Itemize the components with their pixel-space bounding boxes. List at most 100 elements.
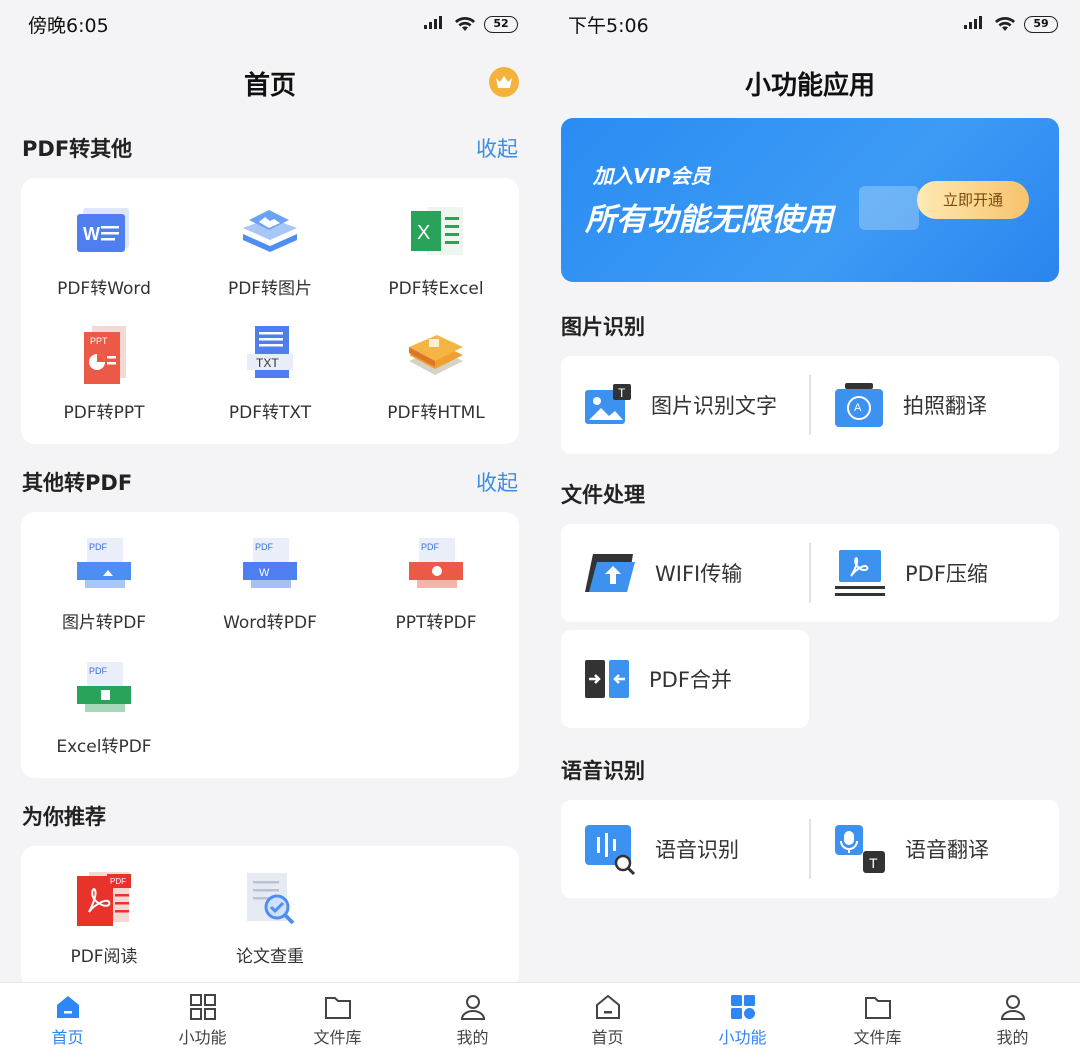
header: 小功能应用 [540, 48, 1080, 118]
wifi-transfer-button[interactable]: WIFI传输 [561, 524, 809, 622]
signal-icon [424, 16, 446, 31]
section-title: 语音识别 [561, 759, 645, 783]
voice-recognition-button[interactable]: 语音识别 [561, 800, 809, 898]
svg-text:PPT: PPT [90, 336, 108, 346]
ppt-to-pdf-icon: PDF [401, 530, 471, 600]
word-to-pdf-icon: PDF W [235, 530, 305, 600]
home-icon [595, 994, 620, 1019]
pdf-to-image-button[interactable]: PDF转图片 [187, 192, 353, 306]
folder-icon [324, 997, 351, 1019]
banner-title: 所有功能无限使用 [585, 202, 833, 238]
recommend-card: PDF PDF阅读 论文查重 [21, 846, 519, 988]
status-bar: 傍晚6:05 52 [0, 0, 540, 48]
wifi-transfer-icon [585, 554, 635, 592]
section-title: 图片识别 [561, 315, 645, 339]
home-icon [56, 996, 79, 1018]
tile-label: 图片转PDF [61, 613, 147, 633]
status-time: 下午5:06 [568, 14, 649, 37]
other-to-pdf-card: PDF 图片转PDF PDF W Word转PDF PDF PPT转PDF PDF [21, 512, 519, 778]
grid-icon [730, 995, 755, 1019]
svg-text:T: T [618, 386, 626, 400]
svg-text:W: W [259, 567, 270, 579]
section-title: PDF转其他 [22, 137, 133, 161]
tab-tools[interactable]: 小功能 [675, 983, 810, 1058]
vip-banner[interactable]: 加入VIP会员 所有功能无限使用 立即开通 [561, 118, 1059, 282]
tab-files[interactable]: 文件库 [270, 983, 405, 1058]
svg-text:PDF: PDF [89, 542, 108, 552]
plagiarism-check-button[interactable]: 论文查重 [187, 860, 353, 974]
image-to-pdf-button[interactable]: PDF 图片转PDF [21, 526, 187, 640]
collapse-link[interactable]: 收起 [476, 133, 518, 163]
page-title: 小功能应用 [744, 70, 875, 101]
tool-label: 语音识别 [655, 838, 739, 862]
collapse-link[interactable]: 收起 [476, 467, 518, 497]
excel-to-pdf-button[interactable]: PDF Excel转PDF [21, 650, 187, 764]
tile-label: Excel转PDF [56, 737, 152, 757]
tool-label: PDF压缩 [905, 562, 988, 586]
tab-home[interactable]: 首页 [0, 983, 135, 1058]
tab-mine[interactable]: 我的 [945, 983, 1080, 1058]
tab-label: 首页 [51, 1028, 84, 1047]
image-to-pdf-icon: PDF [69, 530, 139, 600]
section-title: 其他转PDF [22, 471, 133, 495]
pdf-merge-card: PDF合并 [561, 630, 809, 728]
banner-subtitle: 加入VIP会员 [593, 164, 711, 188]
voice-translate-icon: T [835, 825, 885, 873]
wifi-icon [995, 17, 1015, 31]
header: 首页 [0, 48, 540, 118]
plagiarism-check-icon [235, 864, 305, 934]
tab-files[interactable]: 文件库 [810, 983, 945, 1058]
pdf-compress-icon [835, 550, 885, 596]
vip-crown-icon[interactable] [489, 67, 519, 97]
excel-icon: X [401, 196, 471, 266]
pdf-compress-button[interactable]: PDF压缩 [811, 524, 1059, 622]
bottom-tab-bar: 首页 小功能 文件库 我的 [0, 982, 540, 1058]
image-text-recognition-icon: T [585, 384, 631, 424]
wifi-icon [455, 17, 475, 31]
tab-label: 文件库 [313, 1028, 362, 1047]
bottom-tab-bar: 首页 小功能 文件库 我的 [540, 982, 1080, 1058]
tab-tools[interactable]: 小功能 [135, 983, 270, 1058]
pdf-reader-button[interactable]: PDF PDF阅读 [21, 860, 187, 974]
tab-mine[interactable]: 我的 [405, 983, 540, 1058]
battery-indicator: 52 [484, 15, 518, 33]
home-screen: 傍晚6:05 52 首页 PDF转其他 收起 W PDF转Word PDF转图片… [0, 0, 540, 1058]
pdf-to-excel-button[interactable]: X PDF转Excel [353, 192, 519, 306]
tab-label: 小功能 [178, 1028, 227, 1047]
image-text-recognition-button[interactable]: T 图片识别文字 [561, 356, 809, 454]
tab-home[interactable]: 首页 [540, 983, 675, 1058]
tab-label: 我的 [996, 1028, 1029, 1047]
pdf-to-word-button[interactable]: W PDF转Word [21, 192, 187, 306]
image-icon [235, 196, 305, 266]
svg-text:PDF: PDF [255, 542, 274, 552]
section-other-to-pdf-header: 其他转PDF 收起 [0, 452, 540, 512]
tab-label: 小功能 [718, 1028, 767, 1047]
tool-label: 拍照翻译 [903, 394, 987, 418]
ppt-to-pdf-button[interactable]: PDF PPT转PDF [353, 526, 519, 640]
svg-text:W: W [83, 224, 100, 244]
excel-to-pdf-icon: PDF [69, 654, 139, 724]
user-icon [460, 995, 485, 1020]
pdf-to-ppt-button[interactable]: PPT PDF转PPT [21, 316, 187, 430]
tool-label: PDF合并 [649, 668, 732, 692]
photo-translate-icon: A [835, 383, 883, 427]
html-icon [401, 320, 471, 390]
status-bar: 下午5:06 59 [540, 0, 1080, 48]
word-to-pdf-button[interactable]: PDF W Word转PDF [187, 526, 353, 640]
photo-translate-button[interactable]: A 拍照翻译 [811, 356, 1059, 454]
pdf-to-html-button[interactable]: PDF转HTML [353, 316, 519, 430]
open-vip-button[interactable]: 立即开通 [917, 181, 1029, 219]
tile-label: PDF转Word [57, 279, 151, 299]
tile-label: PDF转TXT [228, 403, 312, 423]
voice-recognition-icon [585, 825, 636, 875]
svg-text:TXT: TXT [256, 356, 279, 370]
pdf-merge-button[interactable]: PDF合并 [561, 630, 809, 728]
tile-label: PDF阅读 [70, 947, 138, 967]
svg-text:PDF: PDF [421, 542, 440, 552]
tab-label: 首页 [591, 1028, 624, 1047]
section-title: 文件处理 [561, 483, 645, 507]
txt-icon: TXT [235, 320, 305, 390]
pdf-to-txt-button[interactable]: TXT PDF转TXT [187, 316, 353, 430]
voice-translate-button[interactable]: T 语音翻译 [811, 800, 1059, 898]
pdf-reader-icon: PDF [69, 864, 139, 934]
